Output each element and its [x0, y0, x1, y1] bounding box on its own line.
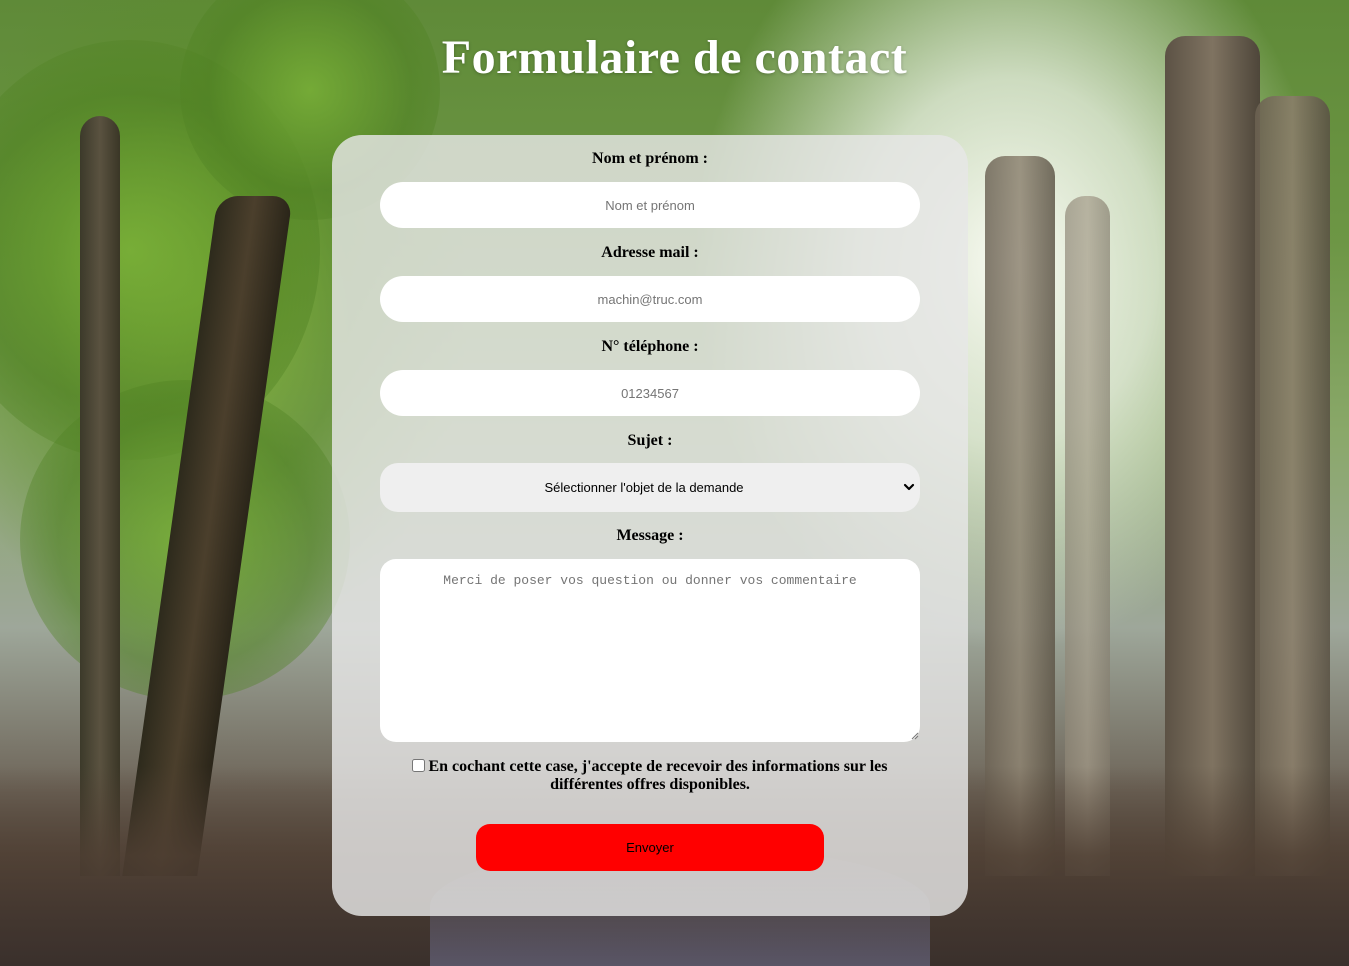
- consent-row: En cochant cette case, j'accepte de rece…: [400, 758, 900, 794]
- email-label: Adresse mail :: [601, 244, 699, 261]
- contact-form: Nom et prénom : Adresse mail : N° téléph…: [332, 135, 968, 916]
- name-label: Nom et prénom :: [592, 150, 708, 167]
- resize-handle-icon[interactable]: [910, 731, 919, 740]
- phone-input[interactable]: [380, 370, 920, 416]
- phone-label: N° téléphone :: [601, 338, 699, 355]
- tree-trunk: [1255, 96, 1330, 876]
- page-title: Formulaire de contact: [441, 31, 908, 84]
- message-textarea[interactable]: [380, 559, 920, 742]
- tree-trunk: [1165, 36, 1260, 876]
- subject-label: Sujet :: [627, 432, 673, 449]
- subject-select[interactable]: Sélectionner l'objet de la demande: [380, 463, 920, 512]
- consent-text: En cochant cette case, j'accepte de rece…: [428, 758, 888, 793]
- name-input[interactable]: [380, 182, 920, 228]
- submit-button[interactable]: Envoyer: [476, 824, 824, 871]
- subject-selected-value: Sélectionner l'objet de la demande: [544, 480, 744, 495]
- tree-trunk: [80, 116, 120, 876]
- email-input[interactable]: [380, 276, 920, 322]
- chevron-down-icon: [903, 483, 915, 491]
- consent-checkbox[interactable]: [412, 759, 426, 772]
- message-label: Message :: [616, 527, 684, 544]
